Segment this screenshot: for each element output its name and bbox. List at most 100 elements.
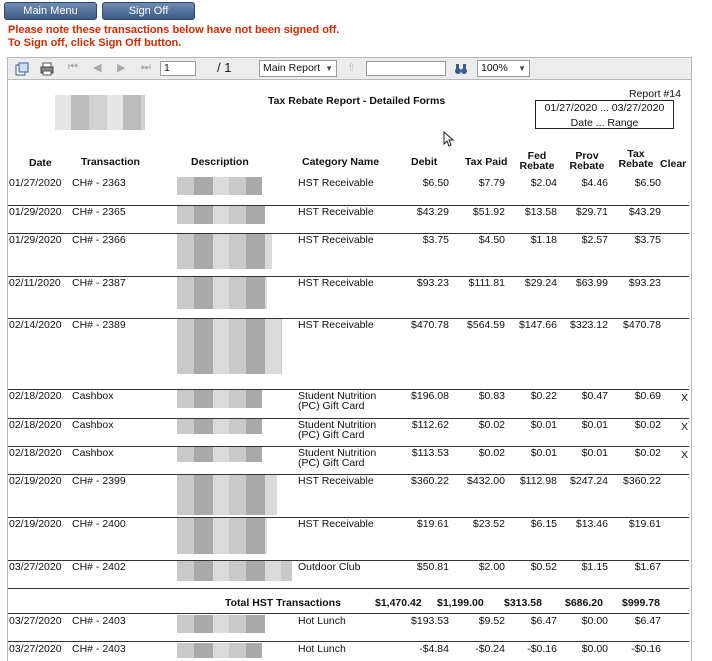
report-viewer-toolbar: ⏮ ◀ ▶ ⏭ 1 / 1 Main Report ▼ ⇧ 100% ▼ [7, 57, 692, 80]
col-clear: Clear [660, 158, 687, 170]
row-fed: -$0.16 [527, 643, 557, 655]
col-date: Date [29, 157, 52, 169]
description-redacted [177, 518, 267, 554]
row-category-line1: HST Receivable [298, 234, 374, 246]
row-tax: $0.02 [478, 447, 505, 459]
row-prov: $0.00 [581, 615, 608, 627]
row-fed: $29.24 [524, 277, 557, 289]
total-debit: $1,470.42 [375, 597, 422, 609]
row-trans: CH# - 2402 [72, 561, 126, 573]
row-rebate: $3.75 [634, 234, 661, 246]
col-tax-paid: Tax Paid [465, 156, 508, 168]
total-tax-rebate: $999.78 [622, 597, 660, 609]
row-category-line1: Outdoor Club [298, 561, 361, 573]
mouse-cursor-icon [443, 131, 455, 147]
row-divider [8, 318, 689, 319]
row-category: Student Nutrition (PC) Gift Card [298, 391, 376, 412]
row-category-line2: (PC) Gift Card [298, 400, 365, 412]
next-page-icon[interactable]: ▶ [117, 61, 125, 74]
previous-page-icon[interactable]: ◀ [93, 61, 101, 74]
last-page-icon[interactable]: ⏭ [141, 61, 151, 74]
row-category: HST Receivable [298, 518, 374, 530]
row-rebate: $43.29 [628, 206, 661, 218]
row-tax: $9.52 [478, 615, 505, 627]
row-date: 01/29/2020 [9, 206, 62, 218]
row-tax: $564.59 [467, 319, 505, 331]
export-icon[interactable] [15, 62, 29, 76]
total-tax-paid: $1,199.00 [437, 597, 484, 609]
row-date: 01/27/2020 [9, 177, 62, 189]
row-rebate: $360.22 [623, 475, 661, 487]
row-trans: CH# - 2403 [72, 643, 126, 655]
row-date: 02/18/2020 [9, 419, 62, 431]
row-rebate: $470.78 [623, 319, 661, 331]
chevron-down-icon: ▼ [518, 64, 526, 73]
row-category: HST Receivable [298, 207, 374, 218]
row-trans: Cashbox [72, 390, 114, 402]
first-page-icon[interactable]: ⏮ [68, 61, 78, 74]
row-trans: CH# - 2365 [72, 206, 126, 218]
row-tax: $51.92 [472, 206, 505, 218]
row-fed: $6.15 [530, 518, 557, 530]
description-redacted [177, 177, 262, 195]
row-fed: $0.01 [530, 419, 557, 431]
row-divider [8, 446, 689, 447]
zoom-select[interactable]: 100% ▼ [477, 60, 530, 77]
row-category: HST Receivable [298, 475, 374, 487]
row-tax: $0.02 [478, 419, 505, 431]
row-prov: $323.12 [570, 319, 608, 331]
row-category-line1: HST Receivable [298, 518, 374, 530]
col-tax-rebate-line2: Rebate [618, 158, 654, 170]
row-debit: $193.53 [411, 615, 449, 627]
row-category: HST Receivable [298, 178, 374, 189]
row-date: 02/18/2020 [9, 390, 62, 402]
print-icon[interactable] [40, 62, 54, 76]
row-rebate: $6.47 [634, 615, 661, 627]
main-menu-button[interactable]: Main Menu [4, 2, 97, 20]
row-date: 02/14/2020 [9, 319, 62, 331]
row-trans: CH# - 2400 [72, 518, 126, 530]
sign-off-button[interactable]: Sign Off [102, 2, 195, 20]
row-divider [8, 613, 689, 614]
row-prov: $0.01 [581, 447, 608, 459]
row-tax: -$0.24 [475, 643, 505, 655]
report-number: Report #14 [629, 88, 681, 100]
row-tax: $4.50 [478, 234, 505, 246]
row-debit: $196.08 [411, 390, 449, 402]
row-category: Student Nutrition (PC) Gift Card [298, 448, 376, 469]
parent-report-icon[interactable]: ⇧ [347, 61, 356, 74]
total-fed-rebate: $313.58 [504, 597, 542, 609]
search-input[interactable] [366, 61, 446, 76]
row-fed: $112.98 [519, 475, 557, 487]
row-category-line2: (PC) Gift Card [298, 429, 365, 441]
row-prov: $0.01 [581, 419, 608, 431]
row-trans: CH# - 2366 [72, 234, 126, 246]
row-category-line1: HST Receivable [298, 475, 374, 487]
row-prov: $29.71 [575, 206, 608, 218]
row-trans: CH# - 2389 [72, 319, 126, 331]
row-fed: $0.22 [530, 390, 557, 402]
col-fed-rebate: Fed Rebate [516, 151, 558, 172]
description-redacted [177, 615, 265, 633]
row-clear: X [681, 421, 689, 433]
row-prov: $2.57 [581, 234, 608, 246]
row-debit: $112.62 [411, 419, 449, 431]
row-rebate: $93.23 [628, 277, 661, 289]
col-tax-rebate: Tax Rebate [615, 149, 657, 170]
description-redacted [177, 277, 267, 309]
description-redacted [177, 206, 265, 224]
page-number-input[interactable]: 1 [160, 61, 196, 76]
row-category-line2: (PC) Gift Card [298, 457, 365, 469]
row-fed: $0.01 [530, 447, 557, 459]
row-debit: $43.29 [416, 206, 449, 218]
find-binoculars-icon[interactable] [454, 62, 468, 76]
date-range-values: 01/27/2020 ... 03/27/2020 [544, 102, 665, 114]
row-trans: CH# - 2363 [72, 177, 126, 189]
report-select[interactable]: Main Report ▼ [259, 60, 337, 77]
row-tax: $111.81 [468, 277, 505, 289]
row-trans: CH# - 2403 [72, 615, 126, 627]
row-category: Student Nutrition (PC) Gift Card [298, 420, 376, 441]
col-debit: Debit [411, 156, 438, 168]
row-divider [8, 276, 689, 277]
signoff-warning: Please note these transactions below hav… [8, 24, 340, 36]
